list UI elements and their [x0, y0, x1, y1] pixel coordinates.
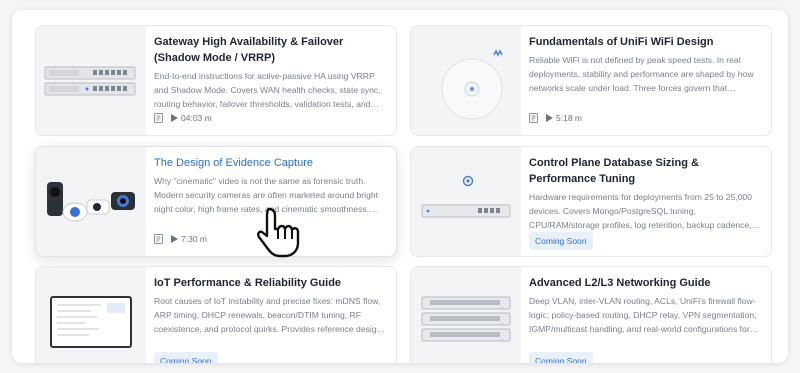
course-card-gateway-ha[interactable]: Gateway High Availability & Failover (Sh… — [35, 25, 397, 136]
play-icon — [171, 235, 178, 243]
course-grid: Gateway High Availability & Failover (Sh… — [12, 10, 788, 363]
coming-soon-badge: Coming Soon — [529, 232, 593, 250]
document-icon — [529, 113, 538, 123]
course-card-iot-guide[interactable]: IoT Performance & Reliability Guide Root… — [35, 266, 397, 363]
course-meta: 7:30 m — [154, 234, 207, 244]
play-icon — [546, 114, 553, 122]
server-appliance-image — [411, 147, 521, 256]
course-description: End-to-end instructions for active-passi… — [154, 71, 381, 109]
course-description: Reliable WiFi is not defined by peak spe… — [529, 55, 754, 93]
course-card-networking-guide[interactable]: Advanced L2/L3 Networking Guide Deep VLA… — [410, 266, 772, 363]
course-card-wifi-design[interactable]: Fundamentals of UniFi WiFi Design Reliab… — [410, 25, 772, 136]
course-description: Root causes of IoT instability and preci… — [154, 296, 386, 334]
coming-soon-badge: Coming Soon — [529, 352, 593, 363]
dashboard-monitor-image — [36, 267, 146, 363]
switch-stack-image — [411, 267, 521, 363]
course-description: Hardware requirements for deployments fr… — [529, 192, 753, 230]
gateway-device-image — [36, 26, 146, 135]
course-description: Deep VLAN, inter-VLAN routing, ACLs, Uni… — [529, 296, 757, 334]
course-card-evidence-capture[interactable]: The Design of Evidence Capture Why "cine… — [35, 146, 397, 257]
course-duration: 04:03 m — [181, 113, 212, 123]
play-icon — [171, 114, 178, 122]
course-title: The Design of Evidence Capture — [154, 157, 313, 169]
course-title: Fundamentals of UniFi WiFi Design — [529, 36, 714, 48]
course-title: IoT Performance & Reliability Guide — [154, 277, 342, 289]
coming-soon-badge: Coming Soon — [154, 352, 218, 363]
course-duration: 5:18 m — [556, 113, 582, 123]
document-icon — [154, 234, 163, 244]
course-duration: 7:30 m — [181, 234, 207, 244]
course-meta: 04:03 m — [154, 113, 212, 123]
course-card-database-sizing[interactable]: Control Plane Database Sizing & Performa… — [410, 146, 772, 257]
course-meta: 5:18 m — [529, 113, 582, 123]
hand-pointer-cursor-icon — [252, 205, 322, 264]
access-point-image — [411, 26, 521, 135]
course-title: Gateway High Availability & Failover (Sh… — [154, 36, 344, 64]
security-cameras-image — [36, 147, 146, 256]
document-icon — [154, 113, 163, 123]
course-title: Control Plane Database Sizing & Performa… — [529, 157, 699, 185]
course-title: Advanced L2/L3 Networking Guide — [529, 277, 711, 289]
